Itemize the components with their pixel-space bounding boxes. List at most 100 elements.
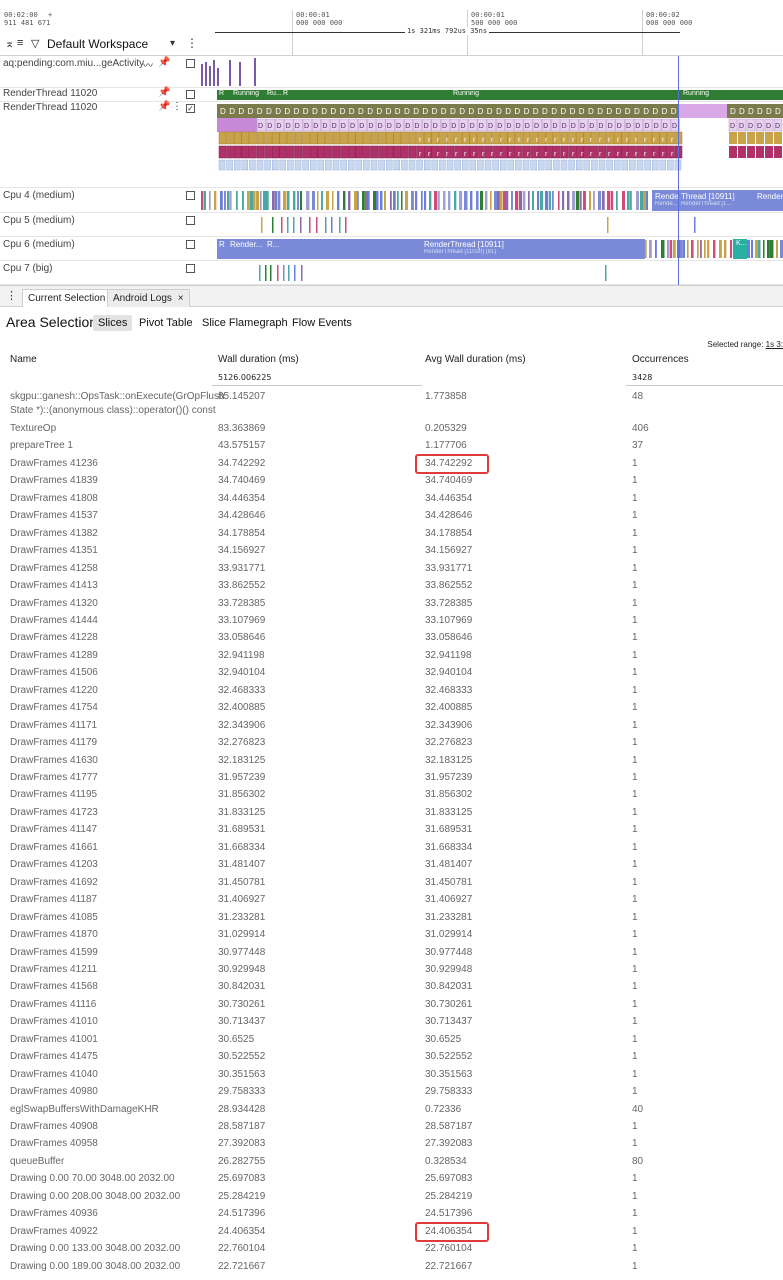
track-checkbox[interactable] (186, 191, 195, 200)
track-area[interactable]: R Running Ru... R Running Running (199, 88, 783, 101)
slice-block[interactable] (340, 131, 348, 145)
slice-block[interactable] (233, 131, 242, 145)
table-row[interactable]: DrawFrames 41839 34.740469 34.740469 1 (0, 473, 783, 491)
cpu-slice[interactable] (770, 240, 774, 258)
cpu-slice[interactable] (751, 240, 754, 258)
table-row[interactable]: DrawFrames 41444 33.107969 33.107969 1 (0, 613, 783, 631)
cpu-slice[interactable] (645, 240, 647, 258)
table-row[interactable]: DrawFrames 41203 31.481407 31.481407 1 (0, 857, 783, 875)
cpu-slice[interactable] (655, 240, 657, 258)
table-row[interactable]: DrawFrames 41289 32.941198 32.941198 1 (0, 648, 783, 666)
cpu-slice[interactable] (549, 191, 551, 210)
cpu-slice[interactable] (277, 265, 279, 281)
table-row[interactable]: DrawFrames 41777 31.957239 31.957239 1 (0, 770, 783, 788)
slice-block[interactable] (756, 146, 764, 158)
cpu-slice[interactable] (270, 265, 272, 281)
table-row[interactable]: DrawFrames 41754 32.400885 32.400885 1 (0, 700, 783, 718)
cpu-slice[interactable] (470, 191, 473, 210)
cpu-slice[interactable] (204, 191, 206, 210)
slice-block[interactable] (241, 131, 250, 145)
slice-block[interactable] (729, 132, 737, 144)
slice-block[interactable] (591, 145, 599, 159)
table-row[interactable]: DrawFrames 41568 30.842031 30.842031 1 (0, 979, 783, 997)
cpu-slice[interactable] (380, 191, 383, 210)
track-area[interactable] (199, 213, 783, 236)
cpu-slice[interactable] (704, 240, 706, 258)
track-checkbox[interactable] (186, 240, 195, 249)
cpu-slice[interactable] (306, 191, 310, 210)
cpu-slice[interactable] (506, 191, 509, 210)
slice-block[interactable] (363, 159, 370, 171)
cpu-slice[interactable] (283, 265, 285, 281)
table-row[interactable]: DrawFrames 41351 34.156927 34.156927 1 (0, 543, 783, 561)
timeline-panel[interactable]: 00:02:00 911 481 671 + 00:00:01 000 000 … (0, 0, 783, 285)
slice-block[interactable] (226, 159, 233, 171)
table-row[interactable]: DrawFrames 41413 33.862552 33.862552 1 (0, 578, 783, 596)
slice-block[interactable] (446, 159, 454, 171)
cpu-slice[interactable] (429, 191, 432, 210)
slice-block[interactable] (591, 131, 599, 145)
cpu-slice[interactable] (622, 191, 625, 210)
slice-block[interactable] (347, 145, 356, 159)
cpu-slice[interactable] (459, 191, 463, 210)
table-row[interactable]: DrawFrames 41116 30.730261 30.730261 1 (0, 997, 783, 1015)
slice-block[interactable] (309, 145, 318, 159)
cpu-slice[interactable] (288, 265, 290, 281)
table-row[interactable]: Drawing 0.00 133.00 3048.00 2032.00 22.76… (0, 1241, 783, 1259)
cpu-slice[interactable] (763, 240, 765, 258)
slice-block[interactable] (738, 146, 746, 158)
cpu-slice[interactable] (325, 217, 327, 233)
cpu-slice[interactable] (397, 191, 399, 210)
track-checkbox[interactable] (186, 90, 195, 99)
slice-block[interactable] (484, 159, 492, 171)
table-row[interactable]: DrawFrames 41723 31.833125 31.833125 1 (0, 805, 783, 823)
table-row[interactable]: DrawFrames 41692 31.450781 31.450781 1 (0, 875, 783, 893)
slice-block[interactable] (385, 159, 393, 171)
track-checkbox[interactable] (186, 216, 195, 225)
slice-block[interactable] (613, 159, 621, 171)
cpu-slice[interactable] (661, 240, 665, 258)
cpu-slice[interactable] (278, 191, 281, 210)
column-header-name[interactable]: Name (10, 354, 37, 365)
cpu-slice[interactable] (500, 191, 503, 210)
cpu-slice[interactable] (326, 191, 329, 210)
slice-block[interactable] (591, 159, 598, 171)
column-header-avg[interactable]: Avg Wall duration (ms) (425, 354, 526, 365)
slice-block[interactable] (317, 131, 326, 145)
slice-block[interactable] (241, 159, 249, 171)
cpu-slice[interactable] (646, 191, 648, 210)
time-ruler[interactable]: 00:02:00 911 481 671 + 00:00:01 000 000 … (0, 0, 783, 56)
cpu-slice[interactable] (616, 191, 618, 210)
slice-block[interactable] (370, 159, 378, 171)
slice-block[interactable] (774, 132, 782, 144)
slice-block[interactable] (477, 159, 484, 171)
cpu-slice[interactable] (281, 217, 283, 233)
table-row[interactable]: DrawFrames 41236 34.742292 34.742292 1 (0, 453, 783, 474)
cpu-slice[interactable] (532, 191, 535, 210)
slice-block[interactable] (492, 159, 499, 171)
table-row[interactable]: skgpu::ganesh::OpsTask::onExecute(GrOpFl… (0, 390, 783, 420)
slice-block[interactable] (454, 159, 461, 171)
slice-block[interactable] (515, 159, 522, 171)
cpu-slice[interactable] (767, 240, 770, 258)
slice-block[interactable] (553, 159, 560, 171)
cpu-slice[interactable] (598, 191, 602, 210)
cpu-slice[interactable] (630, 191, 632, 210)
slice-block[interactable] (302, 131, 310, 145)
cpu-slice[interactable] (448, 191, 451, 210)
slice-block[interactable] (492, 145, 500, 159)
cpu-slice[interactable] (583, 191, 586, 210)
cpu-slice[interactable] (503, 191, 507, 210)
table-row[interactable]: DrawFrames 41808 34.446354 34.446354 1 (0, 491, 783, 509)
slice-block[interactable] (499, 159, 507, 171)
cpu-slice[interactable] (667, 240, 670, 258)
cpu-slice[interactable] (411, 191, 414, 210)
table-row[interactable]: DrawFrames 41220 32.468333 32.468333 1 (0, 683, 783, 701)
list-icon[interactable]: ≡ (17, 37, 23, 49)
cpu-slice[interactable] (443, 191, 446, 210)
table-row[interactable]: DrawFrames 41870 31.029914 31.029914 1 (0, 927, 783, 945)
cpu-slice[interactable] (373, 191, 377, 210)
cpu-slice[interactable] (354, 191, 358, 210)
cpu-slice[interactable] (515, 191, 519, 210)
slice-block[interactable] (317, 159, 325, 171)
